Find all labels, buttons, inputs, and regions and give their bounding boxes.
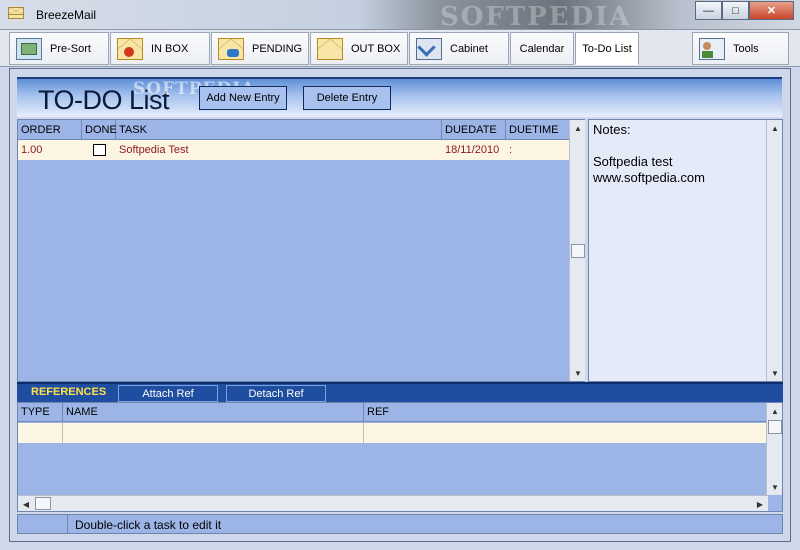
tab-label: OUT BOX (351, 42, 401, 55)
cabinet-icon (416, 37, 442, 60)
delete-entry-button[interactable]: Delete Entry (303, 86, 391, 110)
tab-label: Pre-Sort (50, 42, 91, 55)
column-header-ref[interactable]: REF (364, 403, 768, 422)
tab-pending[interactable]: PENDING (211, 32, 309, 65)
task-duetime: : (509, 144, 513, 156)
task-grid: ORDER DONE TASK DUEDATE DUETIME 1.00 Sof… (17, 119, 585, 382)
column-header-duedate[interactable]: DUEDATE (442, 120, 506, 140)
scroll-down-icon[interactable]: ▼ (570, 365, 586, 381)
todo-header: TO-DO List SOFTPEDIA Add New Entry Delet… (17, 77, 782, 117)
window-title: BreezeMail (36, 8, 97, 22)
table-row[interactable]: 1.00 Softpedia Test 18/11/2010 : (18, 140, 570, 160)
column-header-type[interactable]: TYPE (18, 403, 63, 422)
attach-ref-button[interactable]: Attach Ref (118, 385, 218, 402)
pending-icon (218, 37, 244, 60)
tab-label: To-Do List (582, 42, 632, 55)
references-grid-header: TYPE NAME REF (18, 403, 768, 422)
reference-type-cell (18, 423, 63, 443)
reference-ref-cell (364, 423, 768, 443)
references-vscrollbar[interactable]: ▲ ▼ (766, 403, 782, 495)
detach-ref-button[interactable]: Detach Ref (226, 385, 326, 402)
presort-icon (16, 37, 42, 60)
status-bar: Double-click a task to edit it (17, 514, 783, 534)
references-label: REFERENCES (31, 386, 107, 398)
table-row[interactable] (18, 423, 768, 443)
add-new-entry-button[interactable]: Add New Entry (199, 86, 287, 110)
scroll-thumb[interactable] (35, 497, 51, 510)
notes-label: Notes: (593, 122, 631, 137)
scroll-up-icon[interactable]: ▲ (767, 120, 783, 136)
todo-panel: TO-DO List SOFTPEDIA Add New Entry Delet… (9, 68, 791, 542)
tools-icon (699, 37, 725, 60)
tab-out-box[interactable]: OUT BOX (310, 32, 408, 65)
inbox-icon (117, 37, 143, 60)
envelope-icon (8, 7, 24, 19)
tab-pre-sort[interactable]: Pre-Sort (9, 32, 109, 65)
references-hscrollbar[interactable]: ◀ ▶ (18, 495, 768, 511)
scroll-right-icon[interactable]: ▶ (752, 496, 768, 512)
done-checkbox[interactable] (93, 144, 106, 156)
task-name: Softpedia Test (119, 144, 189, 156)
notes-text[interactable]: Softpedia test www.softpedia.com (593, 154, 705, 186)
notes-panel[interactable]: Notes: Softpedia test www.softpedia.com … (588, 119, 783, 382)
tab-calendar[interactable]: Calendar (510, 32, 574, 65)
reference-name-cell (63, 423, 364, 443)
main-toolbar: Pre-Sort IN BOX PENDING OUT BOX Cabinet … (0, 30, 800, 67)
window-controls: — □ ✕ (695, 1, 794, 20)
scroll-thumb[interactable] (768, 420, 782, 434)
maximize-button[interactable]: □ (722, 1, 749, 20)
status-message: Double-click a task to edit it (75, 518, 222, 532)
column-header-name[interactable]: NAME (63, 403, 364, 422)
notes-scrollbar[interactable]: ▲ ▼ (766, 120, 782, 381)
outbox-icon (317, 37, 343, 60)
minimize-button[interactable]: — (695, 1, 722, 20)
tab-label: IN BOX (151, 42, 189, 55)
notes-line: www.softpedia.com (593, 170, 705, 185)
tab-to-do-list[interactable]: To-Do List (575, 32, 639, 65)
tab-label: Calendar (519, 42, 565, 55)
task-grid-header: ORDER DONE TASK DUEDATE DUETIME (18, 120, 570, 140)
watermark: SOFTPEDIA (440, 2, 632, 32)
task-grid-scrollbar[interactable]: ▲ ▼ (569, 120, 585, 381)
scroll-down-icon[interactable]: ▼ (767, 365, 783, 381)
column-header-task[interactable]: TASK (116, 120, 442, 140)
tab-label: Cabinet (450, 42, 488, 55)
references-grid: TYPE NAME REF ▲ ▼ ◀ ▶ (17, 402, 783, 512)
task-duedate: 18/11/2010 (445, 144, 500, 156)
scroll-left-icon[interactable]: ◀ (18, 496, 34, 512)
column-header-duetime[interactable]: DUETIME (506, 120, 570, 140)
task-order: 1.00 (21, 144, 43, 156)
scroll-up-icon[interactable]: ▲ (570, 120, 586, 136)
status-cell (18, 515, 68, 533)
column-header-done[interactable]: DONE (82, 120, 117, 140)
title-bar: BreezeMail SOFTPEDIA — □ ✕ (0, 0, 800, 32)
tab-label: Tools (733, 42, 759, 55)
tab-tools[interactable]: Tools (692, 32, 789, 65)
close-button[interactable]: ✕ (749, 1, 794, 20)
scroll-thumb[interactable] (571, 244, 585, 258)
tab-in-box[interactable]: IN BOX (110, 32, 210, 65)
scroll-up-icon[interactable]: ▲ (767, 403, 783, 419)
column-header-order[interactable]: ORDER (18, 120, 82, 140)
scroll-down-icon[interactable]: ▼ (767, 479, 783, 495)
tab-cabinet[interactable]: Cabinet (409, 32, 509, 65)
tab-label: PENDING (252, 42, 303, 55)
references-bar: REFERENCES Attach Ref Detach Ref (17, 382, 783, 402)
notes-line: Softpedia test (593, 154, 673, 169)
